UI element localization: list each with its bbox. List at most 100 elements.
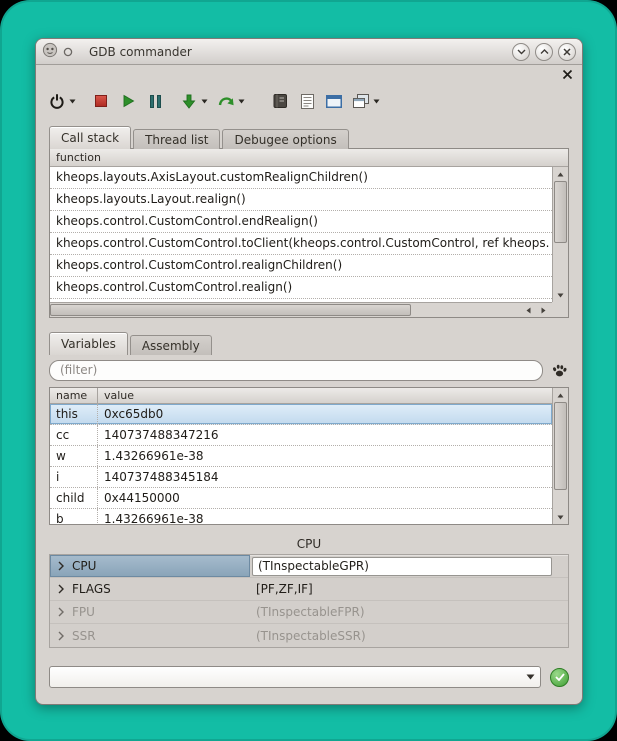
callstack-row[interactable]: kheops.control.CustomControl.toClient(kh… [50,233,552,255]
variables-vertical-scrollbar[interactable] [552,388,568,524]
arrow-right-icon [541,307,546,314]
run-button[interactable] [119,89,137,113]
cpu-row[interactable]: SSR (TInspectableSSR) [50,624,568,647]
tab-debugee-options[interactable]: Debugee options [222,129,348,149]
pin-icon[interactable] [63,42,73,61]
tab-thread-list[interactable]: Thread list [133,129,220,149]
column-header-function[interactable]: function [50,149,101,166]
window-icon [326,95,342,108]
callstack-row[interactable]: kheops.control.CustomControl.realign() [50,277,552,299]
send-command-button[interactable] [550,668,569,687]
dock-close-button[interactable] [561,68,573,80]
minimize-button[interactable] [512,43,530,61]
callstack-list: kheops.layouts.AxisLayout.customRealignC… [50,167,552,302]
power-button[interactable] [48,89,66,113]
variable-row[interactable]: b 1.43266961e-38 [50,509,552,524]
cpu-row[interactable]: FPU (TInspectableFPR) [50,601,568,624]
step-into-button[interactable] [180,89,198,113]
scroll-down-button[interactable] [553,288,568,302]
tab-call-stack[interactable]: Call stack [49,126,131,149]
gdb-command-input[interactable] [50,668,520,686]
scroll-right-button[interactable] [536,303,551,317]
pause-button[interactable] [146,89,164,113]
scrollbar-thumb[interactable] [554,181,567,243]
tab-variables[interactable]: Variables [49,332,128,355]
target-window-button[interactable] [325,89,343,113]
variable-row[interactable]: i 140737488345184 [50,467,552,488]
close-icon [563,48,571,56]
power-dropdown-arrow[interactable] [69,99,76,104]
cpu-row-namecell[interactable]: FLAGS [50,578,250,600]
windows-icon [353,94,370,109]
step-into-icon [182,94,196,109]
scrollbar-thumb[interactable] [554,402,567,490]
callstack-header[interactable]: function [50,149,568,167]
cpu-row-namecell[interactable]: FPU [50,601,250,623]
combo-dropdown-button[interactable] [520,674,540,680]
callstack-row[interactable]: kheops.control.CustomControl.endRealign(… [50,211,552,233]
chevron-right-icon[interactable] [50,607,72,617]
cpu-inspector: CPU (TInspectableGPR) FLAGS [PF,ZF,IF] [49,554,569,648]
stop-button[interactable] [92,89,110,113]
scroll-down-button[interactable] [553,510,568,524]
callstack-vertical-scrollbar[interactable] [552,167,568,302]
callstack-row[interactable]: kheops.control.CustomControl.realignChil… [50,255,552,277]
cpu-value-edit[interactable]: (TInspectableGPR) [252,557,552,576]
gdb-command-combo[interactable] [49,666,541,688]
cpu-row[interactable]: FLAGS [PF,ZF,IF] [50,578,568,601]
chevron-right-icon[interactable] [50,631,72,641]
variable-value: 0x44150000 [98,491,180,505]
step-over-button[interactable] [217,89,235,113]
debug-toolbar [36,83,582,119]
titlebar[interactable]: GDB commander [36,39,582,65]
dropdown-arrow-icon [69,99,76,104]
variable-value: 0xc65db0 [98,407,163,421]
scroll-up-button[interactable] [553,167,568,181]
cpu-group-title: CPU [36,537,582,552]
tab-assembly[interactable]: Assembly [130,335,212,355]
scroll-left-button[interactable] [521,303,536,317]
dropdown-arrow-icon [373,99,380,104]
step-into-dropdown-arrow[interactable] [201,99,208,104]
variable-value: 1.43266961e-38 [98,512,204,524]
windows-button[interactable] [352,89,370,113]
variables-header[interactable]: name value [50,388,568,404]
variable-row[interactable]: cc 140737488347216 [50,425,552,446]
filter-options-icon[interactable] [549,361,569,379]
scroll-up-button[interactable] [553,388,568,402]
variables-list: this 0xc65db0 cc 140737488347216 w 1.432… [50,404,552,524]
callstack-horizontal-scrollbar[interactable] [50,302,552,317]
step-over-dropdown-arrow[interactable] [238,99,245,104]
dropdown-arrow-icon [526,674,535,680]
maximize-button[interactable] [535,43,553,61]
paw-icon [551,363,568,378]
cpu-row[interactable]: CPU (TInspectableGPR) [50,555,568,578]
variable-row[interactable]: child 0x44150000 [50,488,552,509]
callstack-row[interactable]: kheops.layouts.Layout.realign() [50,189,552,211]
close-button[interactable] [558,43,576,61]
variable-name: w [50,446,98,466]
column-header-value[interactable]: value [98,388,134,403]
output-log-button[interactable] [298,89,316,113]
variable-row[interactable]: w 1.43266961e-38 [50,446,552,467]
callstack-row[interactable]: kheops.layouts.AxisLayout.customRealignC… [50,167,552,189]
chevron-right-icon[interactable] [50,584,72,594]
registers-button[interactable] [271,89,289,113]
close-icon [562,69,573,80]
variable-name: child [50,488,98,508]
chevron-down-icon [517,49,526,55]
chevron-right-icon[interactable] [50,561,72,571]
cpu-row-namecell[interactable]: CPU [50,555,250,577]
cpu-row-namecell[interactable]: SSR [50,624,250,647]
app-icon[interactable] [42,42,58,62]
book-icon [273,93,288,109]
run-icon [122,94,135,108]
scrollbar-thumb[interactable] [50,304,411,316]
windows-dropdown-arrow[interactable] [373,99,380,104]
variable-row[interactable]: this 0xc65db0 [50,404,552,425]
arrow-left-icon [526,307,531,314]
filter-input[interactable] [49,360,543,381]
variable-name: this [50,404,98,424]
arrow-up-icon [557,172,564,177]
column-header-name[interactable]: name [50,388,98,403]
